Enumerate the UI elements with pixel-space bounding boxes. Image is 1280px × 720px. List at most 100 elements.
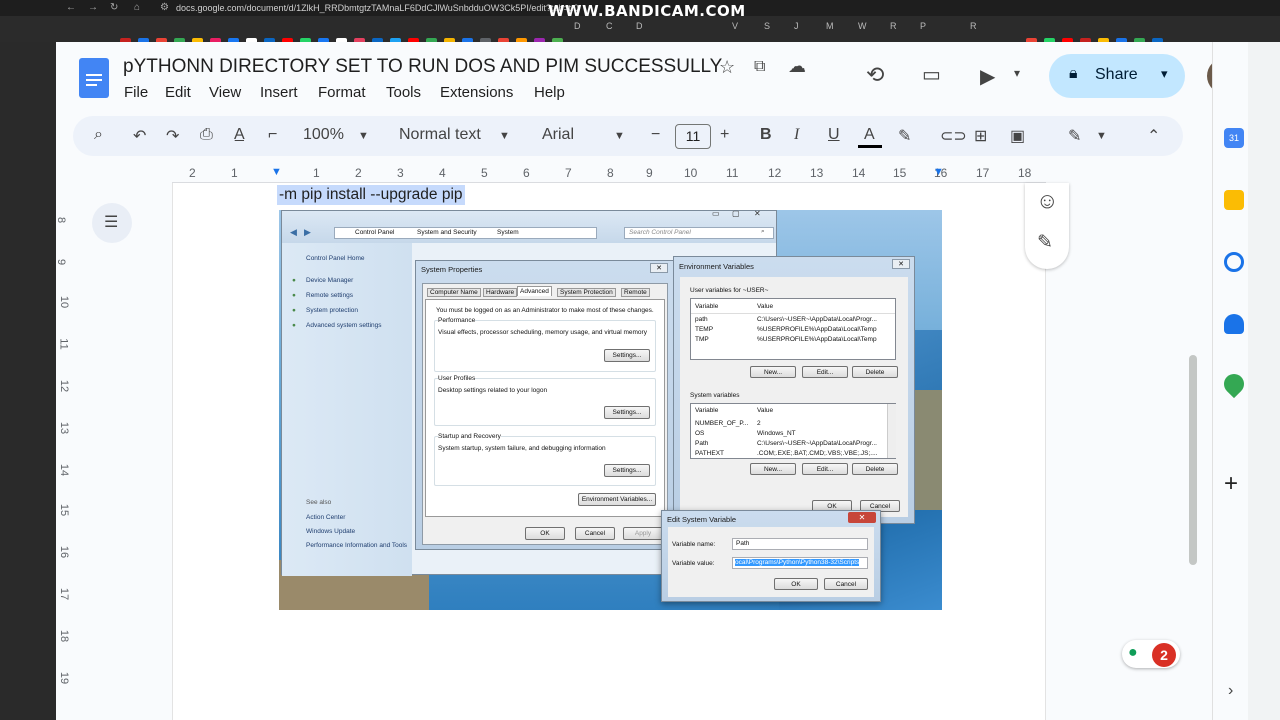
list-item-value[interactable]: %USERPROFILE%\AppData\Local\Temp (757, 336, 877, 343)
search-icon[interactable]: ⌕ (761, 228, 765, 236)
tab-advanced[interactable]: Advanced (517, 286, 552, 296)
cp-link[interactable]: Advanced system settings (306, 322, 382, 329)
column-header[interactable]: Value (757, 407, 773, 414)
bookmark-folder[interactable]: C (606, 21, 613, 31)
tab-system-protection[interactable]: System Protection (557, 288, 616, 297)
menu-tools[interactable]: Tools (386, 84, 421, 101)
variable-name-field[interactable]: Path (732, 538, 868, 550)
star-icon[interactable]: ☆ (719, 57, 735, 78)
highlight-icon[interactable]: ✎ (898, 126, 911, 146)
user-new-button[interactable]: New... (750, 366, 796, 378)
add-comment-icon[interactable]: ⊞ (974, 126, 987, 146)
chevron-down-icon[interactable]: ▼ (358, 130, 369, 142)
column-header[interactable]: Value (757, 303, 773, 310)
list-item-variable[interactable]: TEMP (695, 326, 713, 333)
ok-button[interactable]: OK (774, 578, 818, 590)
bold-button[interactable]: B (760, 126, 772, 144)
forward-icon[interactable]: ▶ (304, 227, 311, 238)
comments-icon[interactable]: ▭ (922, 62, 941, 87)
bookmark-folder[interactable]: S (764, 21, 770, 31)
profiles-settings-button[interactable]: Settings... (604, 406, 650, 419)
back-icon[interactable]: ◀ (290, 227, 297, 238)
list-item-variable[interactable]: OS (695, 430, 704, 437)
list-item-value[interactable]: 2 (757, 420, 761, 427)
menu-file[interactable]: File (124, 84, 148, 101)
see-also-link[interactable]: Performance Information and Tools (306, 542, 410, 549)
undo-icon[interactable]: ↶ (133, 126, 146, 146)
list-item-value[interactable]: Windows_NT (757, 430, 796, 437)
version-history-icon[interactable]: ⟲ (866, 62, 884, 88)
redo-icon[interactable]: ↷ (166, 126, 179, 146)
startup-settings-button[interactable]: Settings... (604, 464, 650, 477)
style-select[interactable]: Normal text (399, 126, 481, 144)
scrollbar[interactable] (1189, 355, 1197, 565)
breadcrumb-item[interactable]: Control Panel (355, 229, 394, 236)
cancel-button[interactable]: Cancel (824, 578, 868, 590)
close-icon[interactable]: ✕ (650, 263, 668, 273)
menu-insert[interactable]: Insert (260, 84, 298, 101)
list-item-value[interactable]: .COM;.EXE;.BAT;.CMD;.VBS;.VBE;.JS;.... (757, 450, 878, 457)
chevron-down-icon[interactable]: ▾ (1161, 66, 1168, 82)
font-size-input[interactable]: 11 (675, 124, 711, 149)
cancel-button[interactable]: Cancel (575, 527, 615, 540)
bookmark-folder[interactable]: D (574, 21, 581, 31)
minimize-icon[interactable]: ▭ (712, 210, 720, 218)
maximize-icon[interactable]: ▢ (732, 210, 740, 218)
system-edit-button[interactable]: Edit... (802, 463, 848, 475)
document-title[interactable]: pYTHONN DIRECTORY SET TO RUN DOS AND PIM… (123, 56, 722, 78)
bookmark-folder[interactable]: W (858, 21, 867, 31)
close-icon[interactable]: ✕ (754, 210, 761, 218)
ok-button[interactable]: OK (525, 527, 565, 540)
reload-icon[interactable]: ↻ (110, 0, 118, 16)
menu-help[interactable]: Help (534, 84, 565, 101)
list-item-value[interactable]: %USERPROFILE%\AppData\Local\Temp (757, 326, 877, 333)
underline-button[interactable]: U (828, 126, 840, 144)
user-delete-button[interactable]: Delete (852, 366, 898, 378)
breadcrumb-item[interactable]: System and Security (417, 229, 477, 236)
spellcheck-icon[interactable]: A̲ (234, 126, 245, 144)
emoji-reaction-icon[interactable]: ☺ (1036, 188, 1058, 214)
print-icon[interactable]: ⎙ (200, 126, 213, 144)
system-variables-list[interactable]: Variable Value NUMBER_OF_P... 2 OS Windo… (690, 403, 896, 459)
performance-settings-button[interactable]: Settings... (604, 349, 650, 362)
indent-marker-icon[interactable]: ▼ (271, 166, 282, 178)
user-edit-button[interactable]: Edit... (802, 366, 848, 378)
forward-icon[interactable]: → (88, 0, 98, 16)
bookmark-folder[interactable]: M (826, 21, 834, 31)
cp-link[interactable]: Device Manager (306, 277, 353, 284)
cp-link[interactable]: System protection (306, 307, 358, 314)
list-item-value[interactable]: C:\Users\~USER~\AppData\Local\Progr... (757, 316, 877, 323)
back-icon[interactable]: ← (66, 0, 76, 16)
breadcrumb[interactable]: Control Panel System and Security System (334, 227, 597, 239)
tab-computer-name[interactable]: Computer Name (427, 288, 481, 297)
system-delete-button[interactable]: Delete (852, 463, 898, 475)
tasks-icon[interactable] (1224, 252, 1244, 272)
list-item-variable[interactable]: path (695, 316, 708, 323)
cloud-saved-icon[interactable]: ☁ (788, 56, 806, 77)
menu-extensions[interactable]: Extensions (440, 84, 513, 101)
close-icon[interactable]: ✕ (892, 259, 910, 269)
chevron-down-icon[interactable]: ▾ (1014, 66, 1020, 80)
list-item-variable[interactable]: TMP (695, 336, 709, 343)
selected-text-line[interactable]: -m pip install --upgrade pip (277, 185, 465, 205)
hide-menus-icon[interactable]: ⌃ (1147, 126, 1160, 146)
chevron-down-icon[interactable]: ▼ (499, 130, 510, 142)
menu-format[interactable]: Format (318, 84, 366, 101)
contacts-icon[interactable] (1224, 314, 1244, 334)
see-also-link[interactable]: Action Center (306, 514, 345, 521)
url-text[interactable]: docs.google.com/document/d/1ZlkH_RRDbmtg… (176, 0, 579, 16)
breadcrumb-item[interactable]: System (497, 229, 519, 236)
close-icon[interactable]: ✕ (848, 512, 876, 523)
bookmark-folder[interactable]: P (920, 21, 926, 31)
decrease-font-size-icon[interactable]: − (651, 126, 660, 144)
chevron-down-icon[interactable]: ▼ (614, 130, 625, 142)
bookmark-folder[interactable]: R (970, 21, 977, 31)
chevron-right-icon[interactable]: › (1228, 682, 1233, 700)
search-input[interactable]: Search Control Panel ⌕ (624, 227, 774, 239)
list-item-variable[interactable]: Path (695, 440, 708, 447)
variable-value-field[interactable]: ocal\Programs\Python\Python38-32\Scripts (732, 557, 868, 569)
see-also-link[interactable]: Windows Update (306, 528, 355, 535)
outline-button[interactable]: ☰ (92, 203, 132, 243)
environment-variables-button[interactable]: Environment Variables... (578, 493, 656, 506)
suggest-edits-icon[interactable]: ✎ (1037, 231, 1053, 254)
